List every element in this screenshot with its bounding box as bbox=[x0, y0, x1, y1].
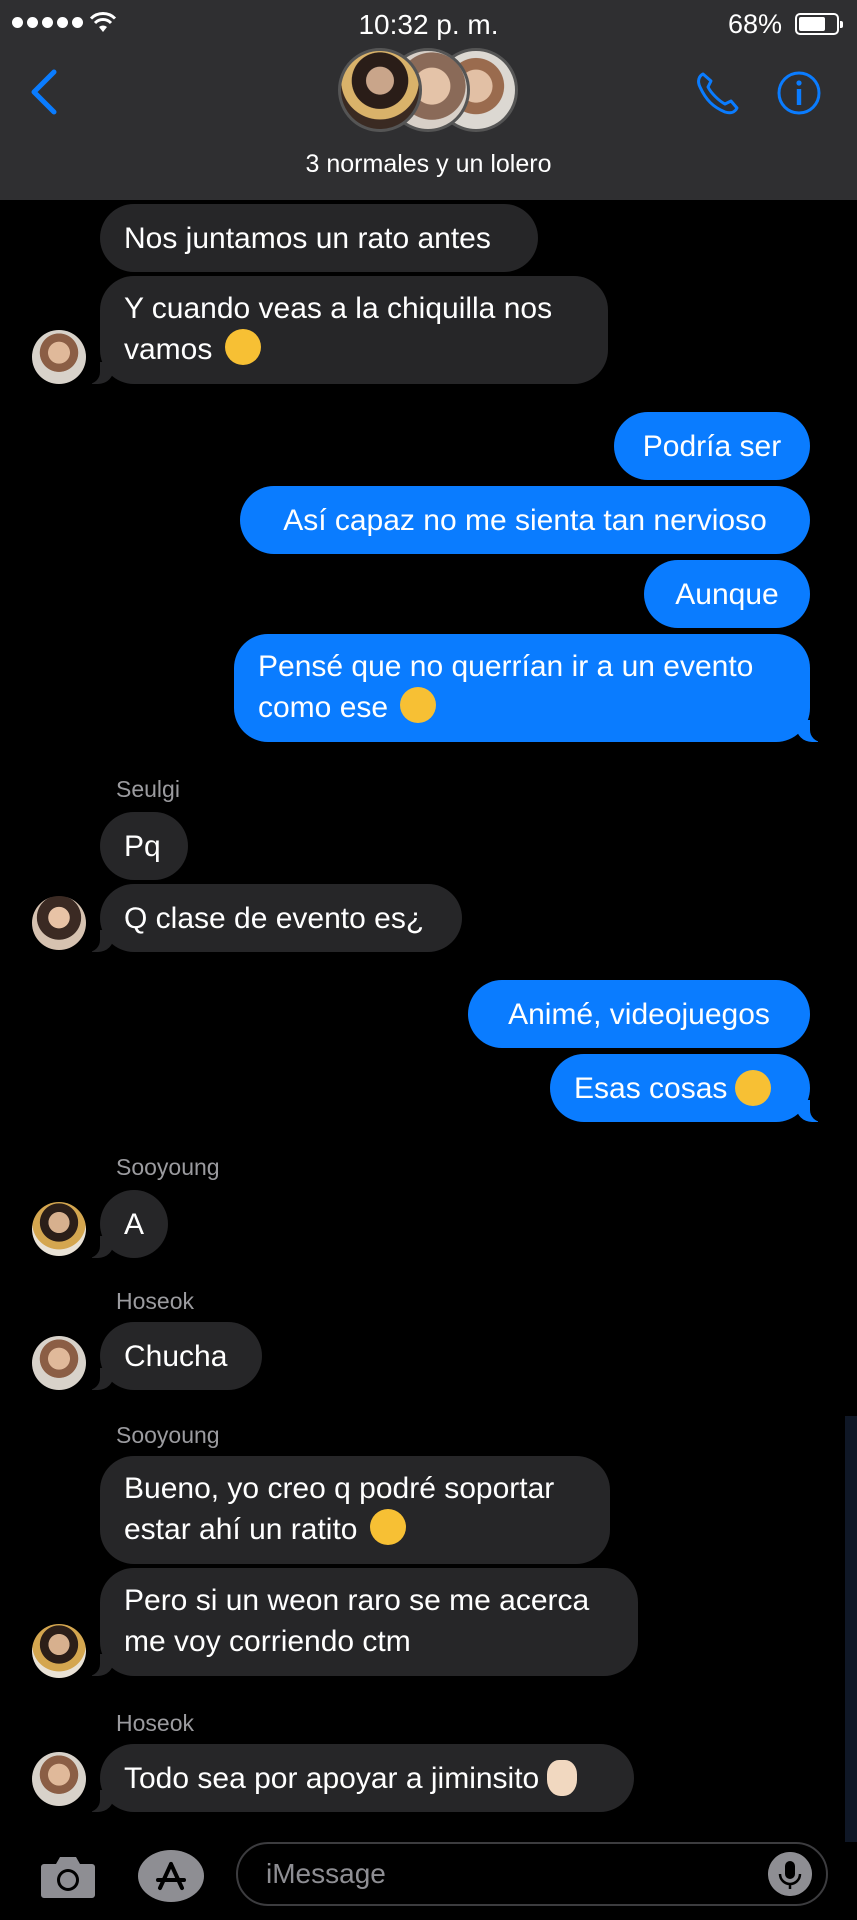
message-text: Nos juntamos un rato antes bbox=[124, 221, 491, 255]
message-text: Chucha bbox=[124, 1339, 228, 1373]
conversation-header: 10:32 p. m. 68% 3 normales y un lolero bbox=[0, 0, 857, 200]
avatar-hoseok[interactable] bbox=[32, 1752, 86, 1806]
message-text-line: me voy corriendo ctm bbox=[124, 1625, 411, 1658]
battery-percentage: 68% bbox=[728, 9, 783, 39]
microphone-icon[interactable] bbox=[768, 1852, 812, 1896]
sender-name: Seulgi bbox=[116, 776, 180, 802]
outgoing-message[interactable]: Podría ser bbox=[614, 412, 810, 480]
status-bar: 10:32 p. m. 68% bbox=[0, 0, 857, 48]
battery-icon bbox=[795, 13, 843, 35]
back-button[interactable] bbox=[24, 66, 64, 118]
message-input[interactable]: iMessage bbox=[236, 1842, 828, 1906]
message-text-line: estar ahí un ratito bbox=[124, 1513, 358, 1546]
incoming-message[interactable]: Pero si un weon raro se me acerca me voy… bbox=[86, 1568, 638, 1676]
group-avatars[interactable] bbox=[338, 48, 518, 138]
message-text-line: Pensé que no querrían ir a un evento bbox=[258, 650, 754, 683]
shushing-face-emoji bbox=[224, 329, 261, 365]
message-text-line: Y cuando veas a la chiquilla nos bbox=[124, 292, 553, 325]
incoming-message[interactable]: Chucha bbox=[86, 1322, 262, 1390]
message-text: Esas cosas bbox=[574, 1071, 728, 1105]
sender-name: Sooyoung bbox=[116, 1422, 220, 1448]
camera-icon[interactable] bbox=[38, 1852, 98, 1900]
phone-icon[interactable] bbox=[693, 68, 743, 118]
incoming-message[interactable]: Pq bbox=[100, 812, 188, 880]
incoming-message[interactable]: Q clase de evento es¿ bbox=[86, 884, 462, 952]
message-text-line: Pero si un weon raro se me acerca bbox=[124, 1584, 590, 1617]
message-text: Así capaz no me sienta tan nervioso bbox=[283, 503, 767, 537]
message-text: Q clase de evento es¿ bbox=[124, 901, 425, 935]
group-name[interactable]: 3 normales y un lolero bbox=[0, 150, 857, 179]
downcast-sweat-emoji bbox=[735, 1070, 772, 1106]
sender-name: Sooyoung bbox=[116, 1154, 220, 1180]
avatar-hoseok[interactable] bbox=[32, 1336, 86, 1390]
avatar-hoseok[interactable] bbox=[32, 330, 86, 384]
avatar-seulgi[interactable] bbox=[32, 896, 86, 950]
message-text-line: vamos bbox=[124, 333, 213, 366]
message-text: Aunque bbox=[675, 577, 779, 611]
app-store-icon[interactable] bbox=[136, 1848, 206, 1904]
outgoing-message[interactable]: Pensé que no querrían ir a un evento com… bbox=[234, 634, 824, 742]
scrollbar[interactable] bbox=[845, 1416, 857, 1842]
incoming-message[interactable]: A bbox=[86, 1190, 168, 1258]
incoming-message[interactable]: Nos juntamos un rato antes bbox=[100, 204, 538, 272]
incoming-message[interactable]: Bueno, yo creo q podré soportar estar ah… bbox=[100, 1456, 610, 1564]
avatar-sooyoung[interactable] bbox=[32, 1202, 86, 1256]
message-text: Podría ser bbox=[642, 429, 782, 463]
sender-name: Hoseok bbox=[116, 1288, 194, 1314]
message-input-placeholder: iMessage bbox=[266, 1858, 386, 1889]
message-text-line: Bueno, yo creo q podré soportar bbox=[124, 1472, 555, 1505]
message-text: Todo sea por apoyar a jiminsito bbox=[124, 1761, 540, 1795]
group-avatar bbox=[338, 48, 422, 132]
outgoing-message[interactable]: Así capaz no me sienta tan nervioso bbox=[240, 486, 810, 554]
message-text: Pq bbox=[124, 829, 161, 863]
info-icon[interactable] bbox=[776, 70, 822, 116]
sender-name: Hoseok bbox=[116, 1710, 194, 1736]
incoming-message[interactable]: Todo sea por apoyar a jiminsito bbox=[86, 1744, 634, 1812]
avatar-sooyoung[interactable] bbox=[32, 1624, 86, 1678]
message-text: A bbox=[123, 1207, 144, 1241]
eye-roll-emoji bbox=[400, 687, 437, 723]
outgoing-message[interactable]: Animé, videojuegos bbox=[468, 980, 810, 1048]
grinning-face-emoji bbox=[369, 1509, 406, 1545]
outgoing-message[interactable]: Aunque bbox=[644, 560, 810, 628]
message-text-line: como ese bbox=[258, 691, 389, 724]
outgoing-message[interactable]: Esas cosas bbox=[550, 1054, 824, 1122]
pointing-up-emoji bbox=[547, 1760, 578, 1796]
incoming-message[interactable]: Y cuando veas a la chiquilla nos vamos bbox=[86, 276, 608, 384]
message-text: Animé, videojuegos bbox=[508, 997, 770, 1031]
